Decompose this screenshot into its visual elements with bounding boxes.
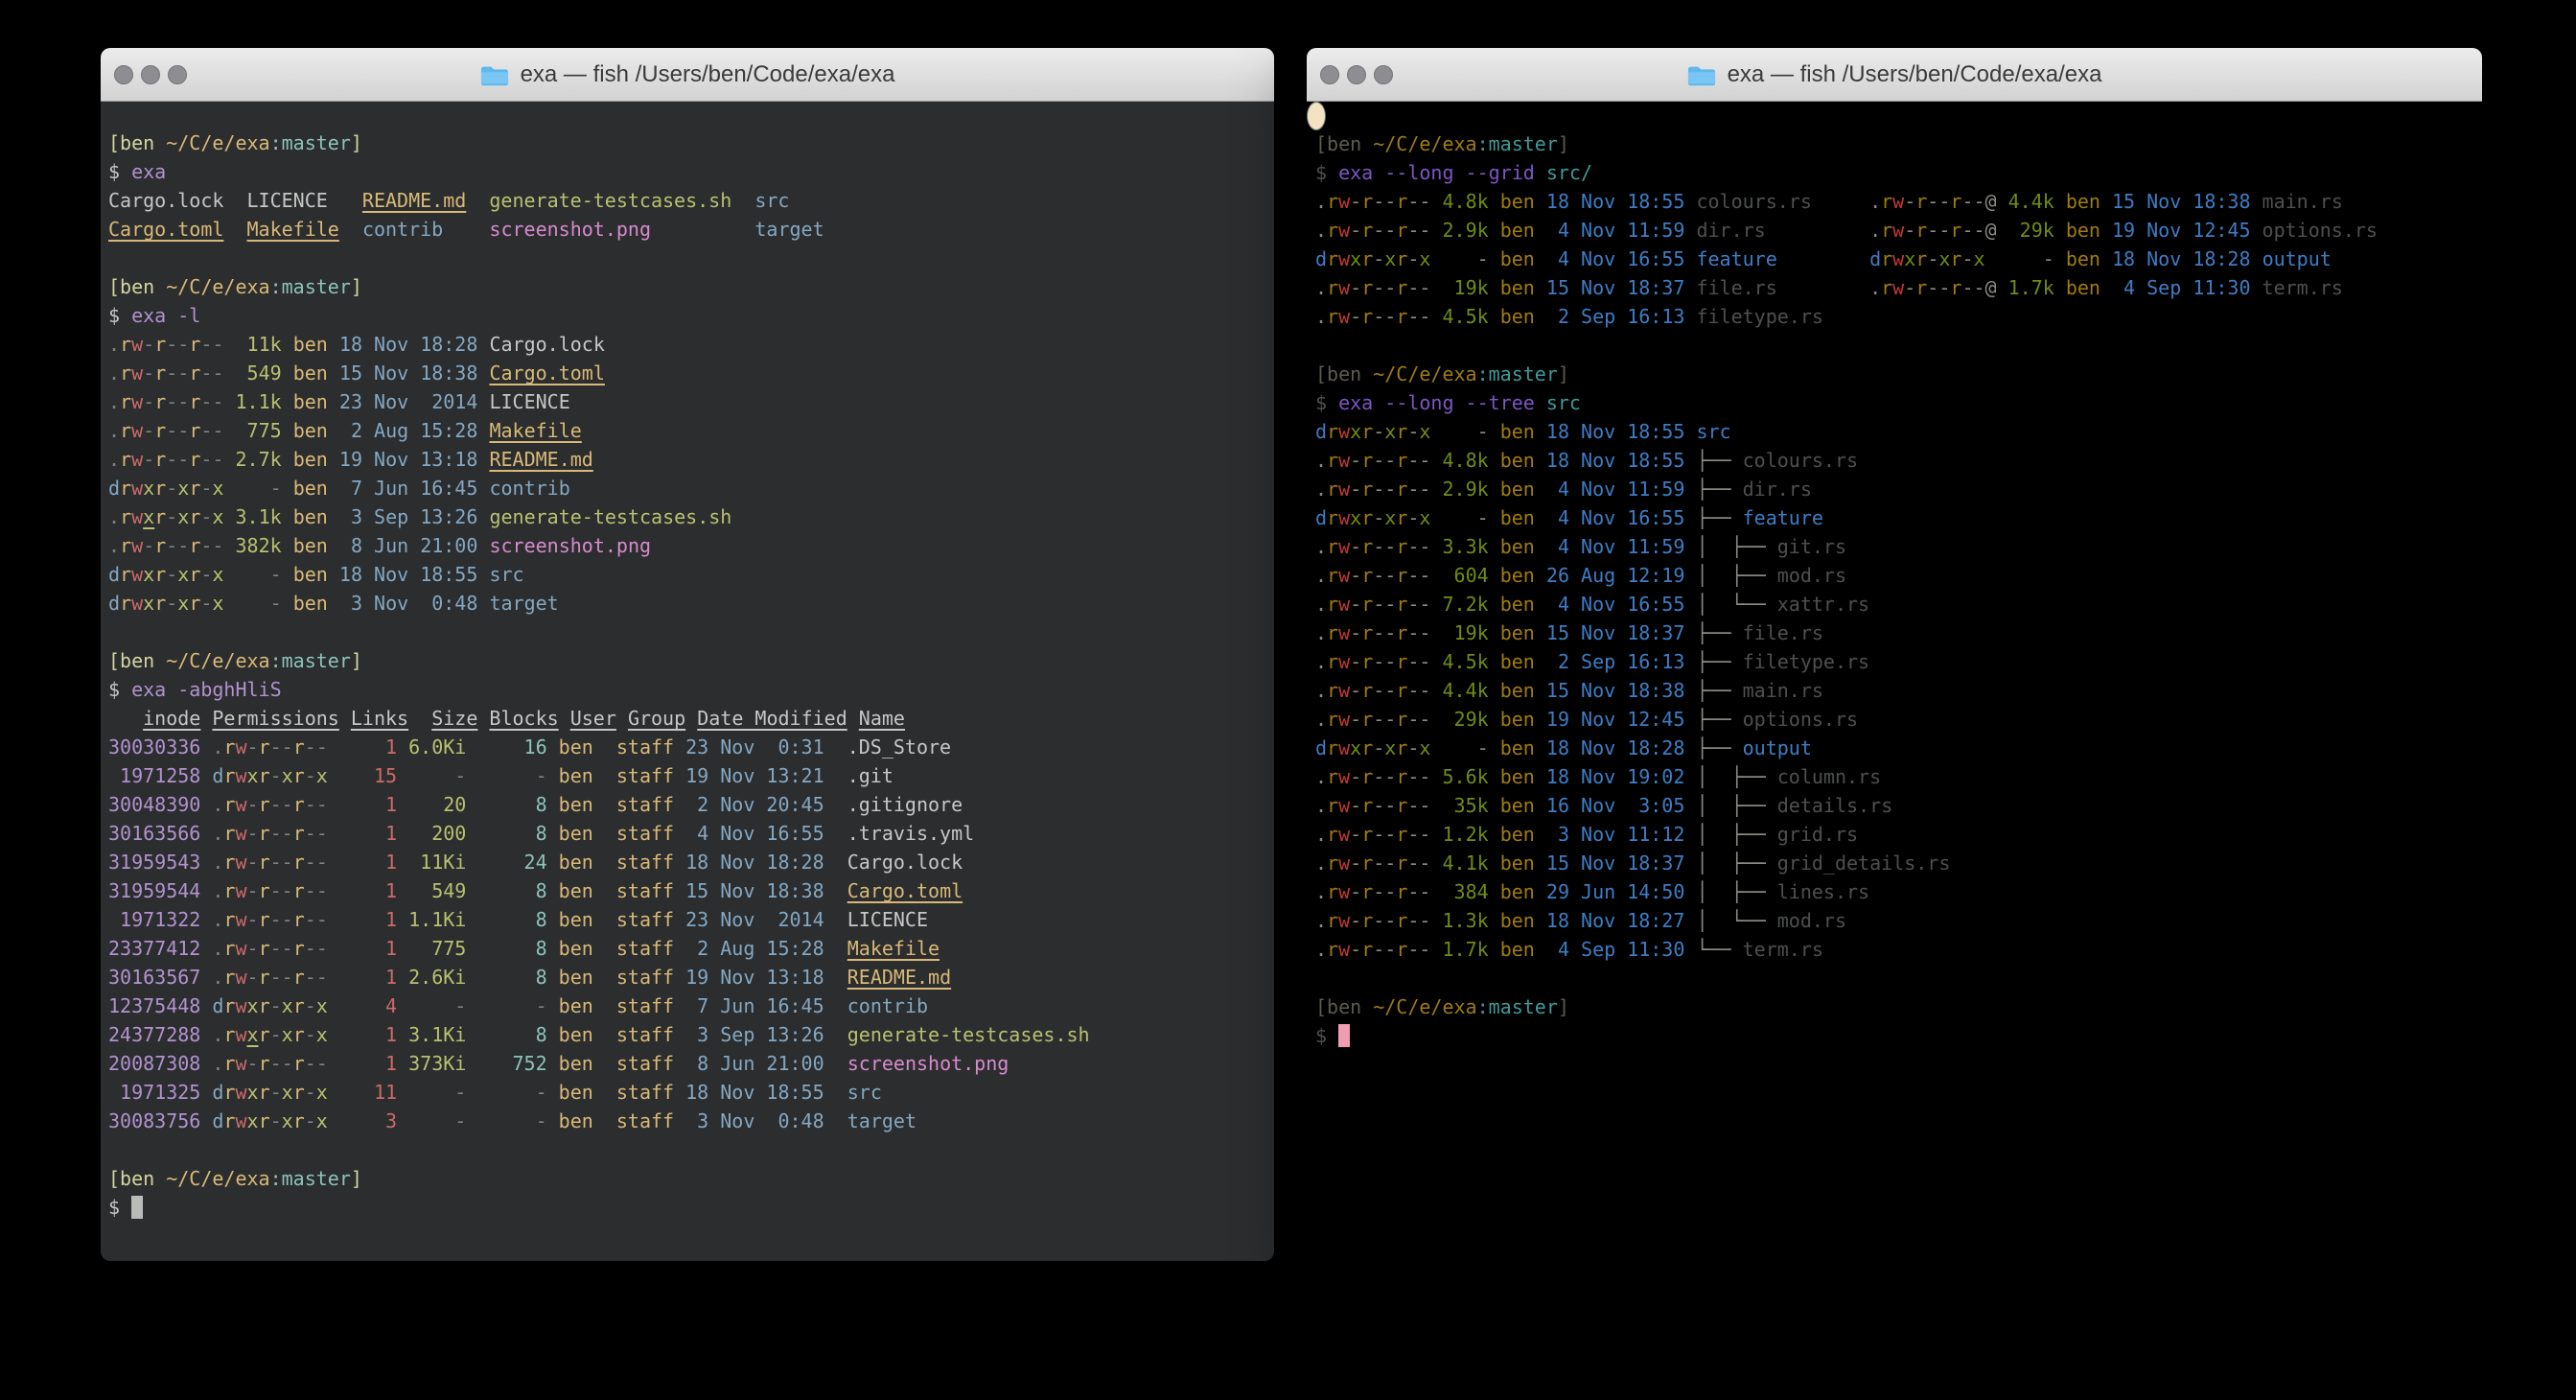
terminal-line: [ben ~/C/e/exa:master] — [1315, 129, 1325, 158]
terminal-line: .rw-r--r-- 35k ben 16 Nov 3:05 │ ├── det… — [1315, 791, 1325, 820]
terminal-line: [ben ~/C/e/exa:master] — [108, 1164, 1274, 1193]
terminal-line: drwxr-xr-x - ben 18 Nov 18:28 ├── output — [1315, 734, 1325, 762]
terminal-line: .rw-r--r-- 2.9k ben 4 Nov 11:59 ├── dir.… — [1315, 475, 1325, 503]
terminal-line: drwxr-xr-x - ben 7 Jun 16:45 contrib — [108, 474, 1274, 502]
terminal-line: $ exa --long --grid src/ — [1315, 158, 1325, 187]
titlebar[interactable]: exa — fish /Users/ben/Code/exa/exa — [1307, 48, 2482, 102]
close-button[interactable] — [114, 65, 133, 84]
terminal-output-dark[interactable]: [ben ~/C/e/exa:master]$ exaCargo.lock LI… — [101, 102, 1274, 1261]
terminal-line: $ exa — [108, 157, 1274, 186]
terminal-line: .rw-r--r-- 604 ben 26 Aug 12:19 │ ├── mo… — [1315, 561, 1325, 590]
terminal-line — [108, 1135, 1274, 1164]
terminal-line: .rw-r--r-- 1.3k ben 18 Nov 18:27 │ └── m… — [1315, 906, 1325, 935]
window-title: exa — fish /Users/ben/Code/exa/exa — [480, 61, 895, 88]
terminal-line: .rwxr-xr-x 3.1k ben 3 Sep 13:26 generate… — [108, 502, 1274, 531]
terminal-line: 31959544 .rw-r--r-- 1 549 8 ben staff 15… — [108, 876, 1274, 905]
terminal-output-light[interactable]: [ben ~/C/e/exa:master]$ exa --long --gri… — [1307, 102, 1326, 130]
terminal-line: .rw-r--r-- 4.1k ben 15 Nov 18:37 │ ├── g… — [1315, 849, 1325, 877]
terminal-line — [1315, 331, 1325, 360]
window-controls — [114, 65, 187, 84]
terminal-line: 12375448 drwxr-xr-x 4 - - ben staff 7 Ju… — [108, 992, 1274, 1020]
terminal-line: $ — [108, 1193, 1274, 1222]
terminal-line: .rw-r--r-- 4.8k ben 18 Nov 18:55 ├── col… — [1315, 446, 1325, 475]
terminal-line: drwxr-xr-x - ben 3 Nov 0:48 target — [108, 589, 1274, 618]
terminal-window-dark: exa — fish /Users/ben/Code/exa/exa [ben … — [101, 48, 1274, 1261]
terminal-line: .rw-r--r-- 19k ben 15 Nov 18:37 file.rs … — [1315, 273, 1325, 302]
minimize-button[interactable] — [141, 65, 160, 84]
terminal-line: .rw-r--r-- 29k ben 19 Nov 12:45 ├── opti… — [1315, 705, 1325, 734]
terminal-line: drwxr-xr-x - ben 4 Nov 16:55 ├── feature — [1315, 503, 1325, 532]
terminal-line: 31959543 .rw-r--r-- 1 11Ki 24 ben staff … — [108, 848, 1274, 876]
terminal-line: Cargo.toml Makefile contrib screenshot.p… — [108, 215, 1274, 244]
window-title-text: exa — fish /Users/ben/Code/exa/exa — [521, 61, 895, 88]
zoom-button[interactable] — [1374, 65, 1393, 84]
terminal-line: drwxr-xr-x - ben 4 Nov 16:55 feature drw… — [1315, 245, 1325, 273]
terminal-line: .rw-r--r-- 382k ben 8 Jun 21:00 screensh… — [108, 531, 1274, 560]
desktop: { "window_chrome": { "title": "exa — fis… — [0, 0, 2576, 1400]
terminal-line: .rw-r--r-- 1.7k ben 4 Sep 11:30 └── term… — [1315, 935, 1325, 964]
terminal-line: 30163567 .rw-r--r-- 1 2.6Ki 8 ben staff … — [108, 963, 1274, 992]
terminal-line: $ exa -abghHliS — [108, 675, 1274, 704]
terminal-line: .rw-r--r-- 549 ben 15 Nov 18:38 Cargo.to… — [108, 359, 1274, 387]
terminal-line: .rw-r--r-- 19k ben 15 Nov 18:37 ├── file… — [1315, 618, 1325, 647]
titlebar[interactable]: exa — fish /Users/ben/Code/exa/exa — [101, 48, 1274, 102]
terminal-line: inode Permissions Links Size Blocks User… — [108, 704, 1274, 733]
text-cursor — [131, 1196, 143, 1219]
terminal-line: 1971258 drwxr-xr-x 15 - - ben staff 19 N… — [108, 761, 1274, 790]
terminal-line: 30030336 .rw-r--r-- 1 6.0Ki 16 ben staff… — [108, 733, 1274, 761]
folder-icon — [480, 63, 509, 86]
terminal-line: Cargo.lock LICENCE README.md generate-te… — [108, 186, 1274, 215]
terminal-line: drwxr-xr-x - ben 18 Nov 18:55 src — [108, 560, 1274, 589]
terminal-line: [ben ~/C/e/exa:master] — [1315, 360, 1325, 388]
terminal-line: .rw-r--r-- 11k ben 18 Nov 18:28 Cargo.lo… — [108, 330, 1274, 359]
terminal-line: .rw-r--r-- 4.5k ben 2 Sep 16:13 filetype… — [1315, 302, 1325, 331]
terminal-line: $ — [1315, 1021, 1325, 1050]
terminal-line: $ exa --long --tree src — [1315, 388, 1325, 417]
terminal-line: drwxr-xr-x - ben 18 Nov 18:55 src — [1315, 417, 1325, 446]
terminal-line: 23377412 .rw-r--r-- 1 775 8 ben staff 2 … — [108, 934, 1274, 963]
terminal-line: 30083756 drwxr-xr-x 3 - - ben staff 3 No… — [108, 1107, 1274, 1135]
terminal-line: 30163566 .rw-r--r-- 1 200 8 ben staff 4 … — [108, 819, 1274, 848]
terminal-line: 30048390 .rw-r--r-- 1 20 8 ben staff 2 N… — [108, 790, 1274, 819]
minimize-button[interactable] — [1347, 65, 1366, 84]
window-title-text: exa — fish /Users/ben/Code/exa/exa — [1728, 61, 2102, 88]
text-cursor — [1338, 1024, 1350, 1047]
window-controls — [1320, 65, 1393, 84]
terminal-line: 1971325 drwxr-xr-x 11 - - ben staff 18 N… — [108, 1078, 1274, 1107]
terminal-line — [108, 618, 1274, 646]
terminal-line: $ exa -l — [108, 301, 1274, 330]
terminal-line: .rw-r--r-- 2.7k ben 19 Nov 13:18 README.… — [108, 445, 1274, 474]
terminal-window-light: exa — fish /Users/ben/Code/exa/exa [ben … — [1307, 48, 2482, 1261]
terminal-line: .rw-r--r-- 3.3k ben 4 Nov 11:59 │ ├── gi… — [1315, 532, 1325, 561]
terminal-line: 20087308 .rw-r--r-- 1 373Ki 752 ben staf… — [108, 1049, 1274, 1078]
terminal-line: [ben ~/C/e/exa:master] — [108, 646, 1274, 675]
terminal-line: 24377288 .rwxr-xr-x 1 3.1Ki 8 ben staff … — [108, 1020, 1274, 1049]
terminal-line: .rw-r--r-- 4.4k ben 15 Nov 18:38 ├── mai… — [1315, 676, 1325, 705]
terminal-line: .rw-r--r-- 775 ben 2 Aug 15:28 Makefile — [108, 416, 1274, 445]
terminal-line: .rw-r--r-- 4.8k ben 18 Nov 18:55 colours… — [1315, 187, 1325, 216]
terminal-line: 1971322 .rw-r--r-- 1 1.1Ki 8 ben staff 2… — [108, 905, 1274, 934]
terminal-line — [108, 244, 1274, 272]
terminal-line: .rw-r--r-- 7.2k ben 4 Nov 16:55 │ └── xa… — [1315, 590, 1325, 618]
terminal-line — [1315, 964, 1325, 992]
terminal-line: .rw-r--r-- 1.1k ben 23 Nov 2014 LICENCE — [108, 387, 1274, 416]
terminal-line: [ben ~/C/e/exa:master] — [108, 128, 1274, 157]
terminal-line: [ben ~/C/e/exa:master] — [1315, 992, 1325, 1021]
close-button[interactable] — [1320, 65, 1339, 84]
terminal-line: [ben ~/C/e/exa:master] — [108, 272, 1274, 301]
window-title: exa — fish /Users/ben/Code/exa/exa — [1687, 61, 2102, 88]
folder-icon — [1687, 63, 1716, 86]
zoom-button[interactable] — [168, 65, 187, 84]
terminal-line: .rw-r--r-- 384 ben 29 Jun 14:50 │ ├── li… — [1315, 877, 1325, 906]
terminal-line: .rw-r--r-- 2.9k ben 4 Nov 11:59 dir.rs .… — [1315, 216, 1325, 245]
terminal-line: .rw-r--r-- 5.6k ben 18 Nov 19:02 │ ├── c… — [1315, 762, 1325, 791]
terminal-line: .rw-r--r-- 1.2k ben 3 Nov 11:12 │ ├── gr… — [1315, 820, 1325, 849]
terminal-line: .rw-r--r-- 4.5k ben 2 Sep 16:13 ├── file… — [1315, 647, 1325, 676]
